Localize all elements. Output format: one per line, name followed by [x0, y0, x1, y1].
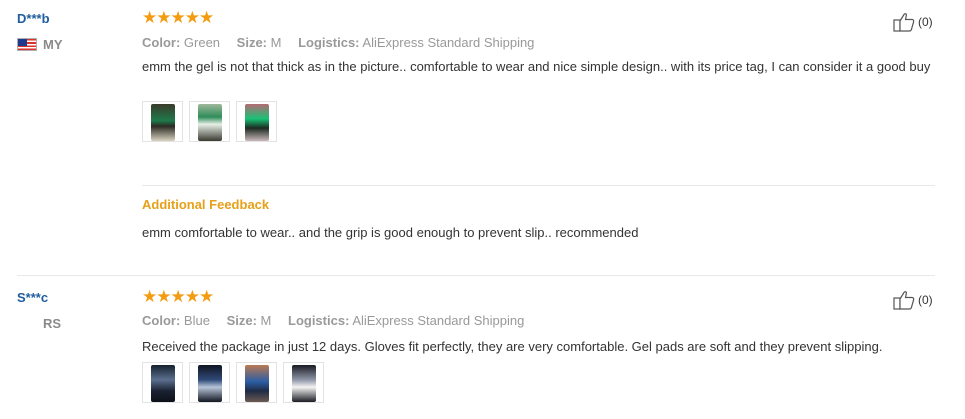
additional-feedback-title: Additional Feedback — [142, 197, 270, 212]
logistics-label: Logistics: — [288, 313, 350, 328]
review-item: D***b MY ★★★★★ Color: Green Size: M Logi… — [0, 0, 965, 276]
review-photo-thumbnail[interactable] — [236, 101, 277, 142]
reviewer-country: RS — [17, 316, 61, 331]
review-photo-thumbnail[interactable] — [142, 362, 183, 403]
size-value: M — [270, 35, 282, 50]
helpful-count: (0) — [918, 293, 933, 307]
review-photo-thumbnail[interactable] — [142, 101, 183, 142]
divider — [142, 185, 935, 186]
review-photo-thumbnail[interactable] — [189, 362, 230, 403]
review-photos — [142, 101, 283, 142]
review-divider — [17, 275, 935, 276]
country-code: MY — [43, 37, 63, 52]
color-label: Color: — [142, 313, 181, 328]
reviewer-country: MY — [17, 37, 63, 52]
review-item: S***c RS ★★★★★ Color: Blue Size: M Logis… — [0, 278, 965, 419]
size-value: M — [260, 313, 272, 328]
order-attributes: Color: Blue Size: M Logistics: AliExpres… — [142, 313, 524, 328]
helpful-button[interactable]: (0) — [893, 290, 933, 310]
order-attributes: Color: Green Size: M Logistics: AliExpre… — [142, 35, 534, 50]
review-text: Received the package in just 12 days. Gl… — [142, 339, 883, 354]
star-rating: ★★★★★ — [142, 8, 214, 27]
star-rating: ★★★★★ — [142, 287, 214, 306]
flag-placeholder — [17, 317, 37, 330]
review-photo-thumbnail[interactable] — [283, 362, 324, 403]
logistics-value: AliExpress Standard Shipping — [362, 35, 535, 50]
logistics-label: Logistics: — [298, 35, 360, 50]
logistics-value: AliExpress Standard Shipping — [352, 313, 525, 328]
malaysia-flag-icon — [17, 38, 37, 51]
size-label: Size: — [236, 35, 268, 50]
additional-feedback-text: emm comfortable to wear.. and the grip i… — [142, 225, 639, 240]
color-value: Blue — [183, 313, 210, 328]
review-text: emm the gel is not that thick as in the … — [142, 59, 931, 74]
review-photo-thumbnail[interactable] — [236, 362, 277, 403]
helpful-button[interactable]: (0) — [893, 12, 933, 32]
color-label: Color: — [142, 35, 181, 50]
review-photo-thumbnail[interactable] — [189, 101, 230, 142]
thumbs-up-icon — [893, 291, 915, 310]
country-code: RS — [43, 316, 62, 331]
helpful-count: (0) — [918, 15, 933, 29]
thumbs-up-icon — [893, 13, 915, 32]
size-label: Size: — [226, 313, 257, 328]
review-photos — [142, 362, 330, 403]
color-value: Green — [183, 35, 221, 50]
reviewer-name[interactable]: S***c — [17, 290, 48, 305]
reviewer-name[interactable]: D***b — [17, 11, 50, 26]
